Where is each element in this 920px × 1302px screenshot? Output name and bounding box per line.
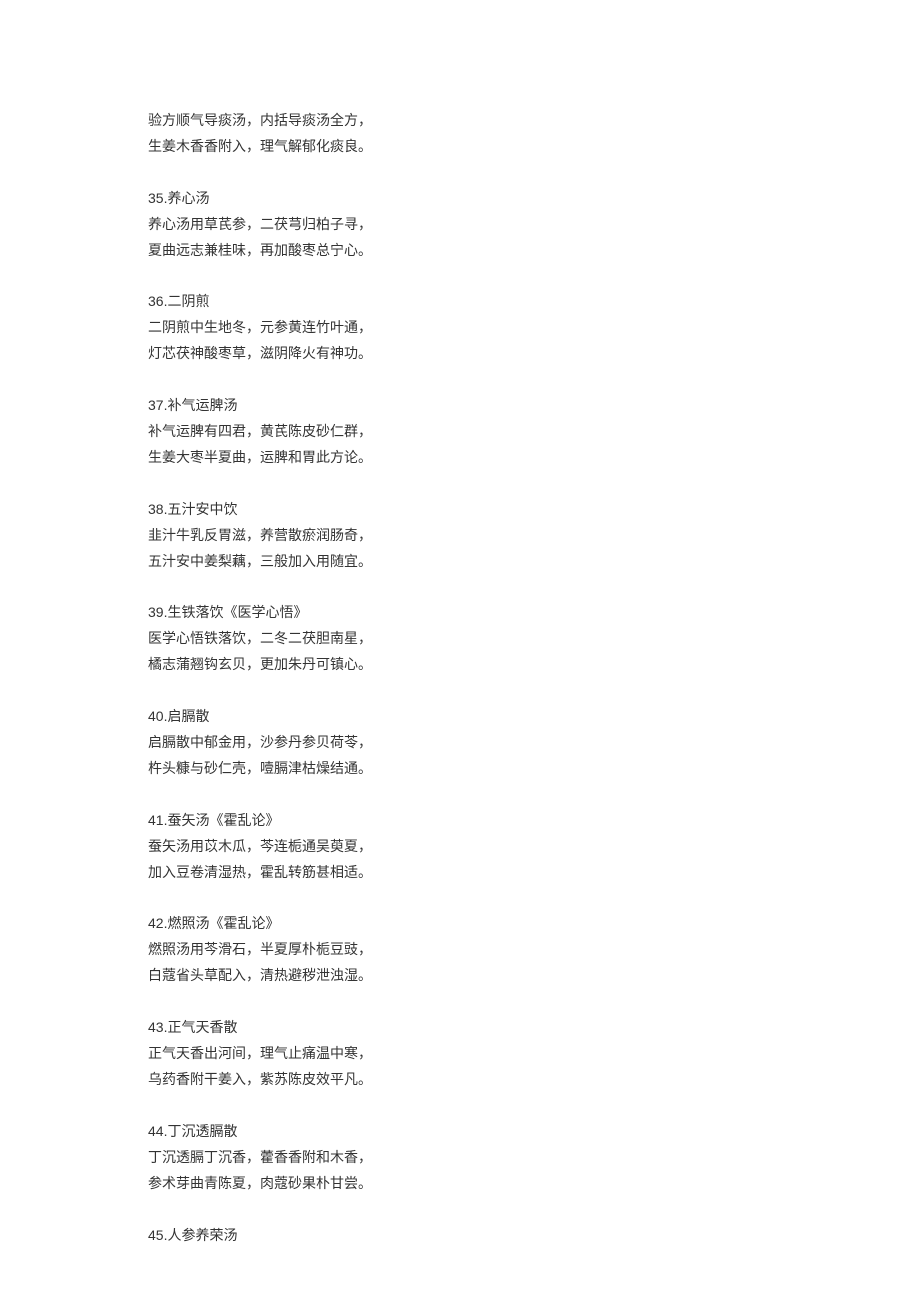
formula-title: 35.养心汤 bbox=[148, 186, 920, 212]
verse-line: 夏曲远志兼桂味，再加酸枣总宁心。 bbox=[148, 238, 920, 264]
formula-entry: 45.人参养荣汤 bbox=[148, 1223, 920, 1249]
verse-line: 二阴煎中生地冬，元参黄连竹叶通， bbox=[148, 315, 920, 341]
formula-entry: 36.二阴煎 二阴煎中生地冬，元参黄连竹叶通， 灯芯茯神酸枣草，滋阴降火有神功。 bbox=[148, 289, 920, 367]
formula-title: 41.蚕矢汤《霍乱论》 bbox=[148, 808, 920, 834]
verse-line: 五汁安中姜梨藕，三般加入用随宜。 bbox=[148, 549, 920, 575]
document-page: 验方顺气导痰汤，内括导痰汤全方， 生姜木香香附入，理气解郁化痰良。 35.养心汤… bbox=[0, 0, 920, 1302]
formula-entry: 验方顺气导痰汤，内括导痰汤全方， 生姜木香香附入，理气解郁化痰良。 bbox=[148, 108, 920, 160]
verse-line: 养心汤用草芪参，二茯芎归柏子寻， bbox=[148, 212, 920, 238]
formula-entry: 40.启膈散 启膈散中郁金用，沙参丹参贝荷苓， 杵头糠与砂仁壳，噎膈津枯燥结通。 bbox=[148, 704, 920, 782]
verse-line: 加入豆卷清湿热，霍乱转筋甚相适。 bbox=[148, 860, 920, 886]
formula-entry: 44.丁沉透膈散 丁沉透膈丁沉香，藿香香附和木香， 参术芽曲青陈夏，肉蔻砂果朴甘… bbox=[148, 1119, 920, 1197]
formula-entry: 37.补气运脾汤 补气运脾有四君，黄芪陈皮砂仁群， 生姜大枣半夏曲，运脾和胃此方… bbox=[148, 393, 920, 471]
formula-title: 43.正气天香散 bbox=[148, 1015, 920, 1041]
formula-title: 44.丁沉透膈散 bbox=[148, 1119, 920, 1145]
verse-line: 生姜木香香附入，理气解郁化痰良。 bbox=[148, 134, 920, 160]
verse-line: 正气天香出河间，理气止痛温中寒， bbox=[148, 1041, 920, 1067]
verse-line: 韭汁牛乳反胃滋，养营散瘀润肠奇， bbox=[148, 523, 920, 549]
formula-title: 38.五汁安中饮 bbox=[148, 497, 920, 523]
formula-title: 45.人参养荣汤 bbox=[148, 1223, 920, 1249]
verse-line: 启膈散中郁金用，沙参丹参贝荷苓， bbox=[148, 730, 920, 756]
verse-line: 医学心悟铁落饮，二冬二茯胆南星， bbox=[148, 626, 920, 652]
verse-line: 参术芽曲青陈夏，肉蔻砂果朴甘尝。 bbox=[148, 1171, 920, 1197]
formula-title: 39.生铁落饮《医学心悟》 bbox=[148, 600, 920, 626]
verse-line: 乌药香附干姜入，紫苏陈皮效平凡。 bbox=[148, 1067, 920, 1093]
verse-line: 蚕矢汤用苡木瓜，芩连栀通吴萸夏， bbox=[148, 834, 920, 860]
formula-entry: 42.燃照汤《霍乱论》 燃照汤用芩滑石，半夏厚朴栀豆豉， 白蔻省头草配入，清热避… bbox=[148, 911, 920, 989]
verse-line: 橘志蒲翘钩玄贝，更加朱丹可镇心。 bbox=[148, 652, 920, 678]
formula-entry: 35.养心汤 养心汤用草芪参，二茯芎归柏子寻， 夏曲远志兼桂味，再加酸枣总宁心。 bbox=[148, 186, 920, 264]
verse-line: 丁沉透膈丁沉香，藿香香附和木香， bbox=[148, 1145, 920, 1171]
formula-entry: 39.生铁落饮《医学心悟》 医学心悟铁落饮，二冬二茯胆南星， 橘志蒲翘钩玄贝，更… bbox=[148, 600, 920, 678]
verse-line: 杵头糠与砂仁壳，噎膈津枯燥结通。 bbox=[148, 756, 920, 782]
verse-line: 白蔻省头草配入，清热避秽泄浊湿。 bbox=[148, 963, 920, 989]
formula-entry: 43.正气天香散 正气天香出河间，理气止痛温中寒， 乌药香附干姜入，紫苏陈皮效平… bbox=[148, 1015, 920, 1093]
verse-line: 生姜大枣半夏曲，运脾和胃此方论。 bbox=[148, 445, 920, 471]
formula-title: 36.二阴煎 bbox=[148, 289, 920, 315]
formula-entry: 38.五汁安中饮 韭汁牛乳反胃滋，养营散瘀润肠奇， 五汁安中姜梨藕，三般加入用随… bbox=[148, 497, 920, 575]
formula-title: 40.启膈散 bbox=[148, 704, 920, 730]
formula-title: 37.补气运脾汤 bbox=[148, 393, 920, 419]
verse-line: 补气运脾有四君，黄芪陈皮砂仁群， bbox=[148, 419, 920, 445]
formula-entry: 41.蚕矢汤《霍乱论》 蚕矢汤用苡木瓜，芩连栀通吴萸夏， 加入豆卷清湿热，霍乱转… bbox=[148, 808, 920, 886]
verse-line: 灯芯茯神酸枣草，滋阴降火有神功。 bbox=[148, 341, 920, 367]
verse-line: 验方顺气导痰汤，内括导痰汤全方， bbox=[148, 108, 920, 134]
formula-title: 42.燃照汤《霍乱论》 bbox=[148, 911, 920, 937]
verse-line: 燃照汤用芩滑石，半夏厚朴栀豆豉， bbox=[148, 937, 920, 963]
